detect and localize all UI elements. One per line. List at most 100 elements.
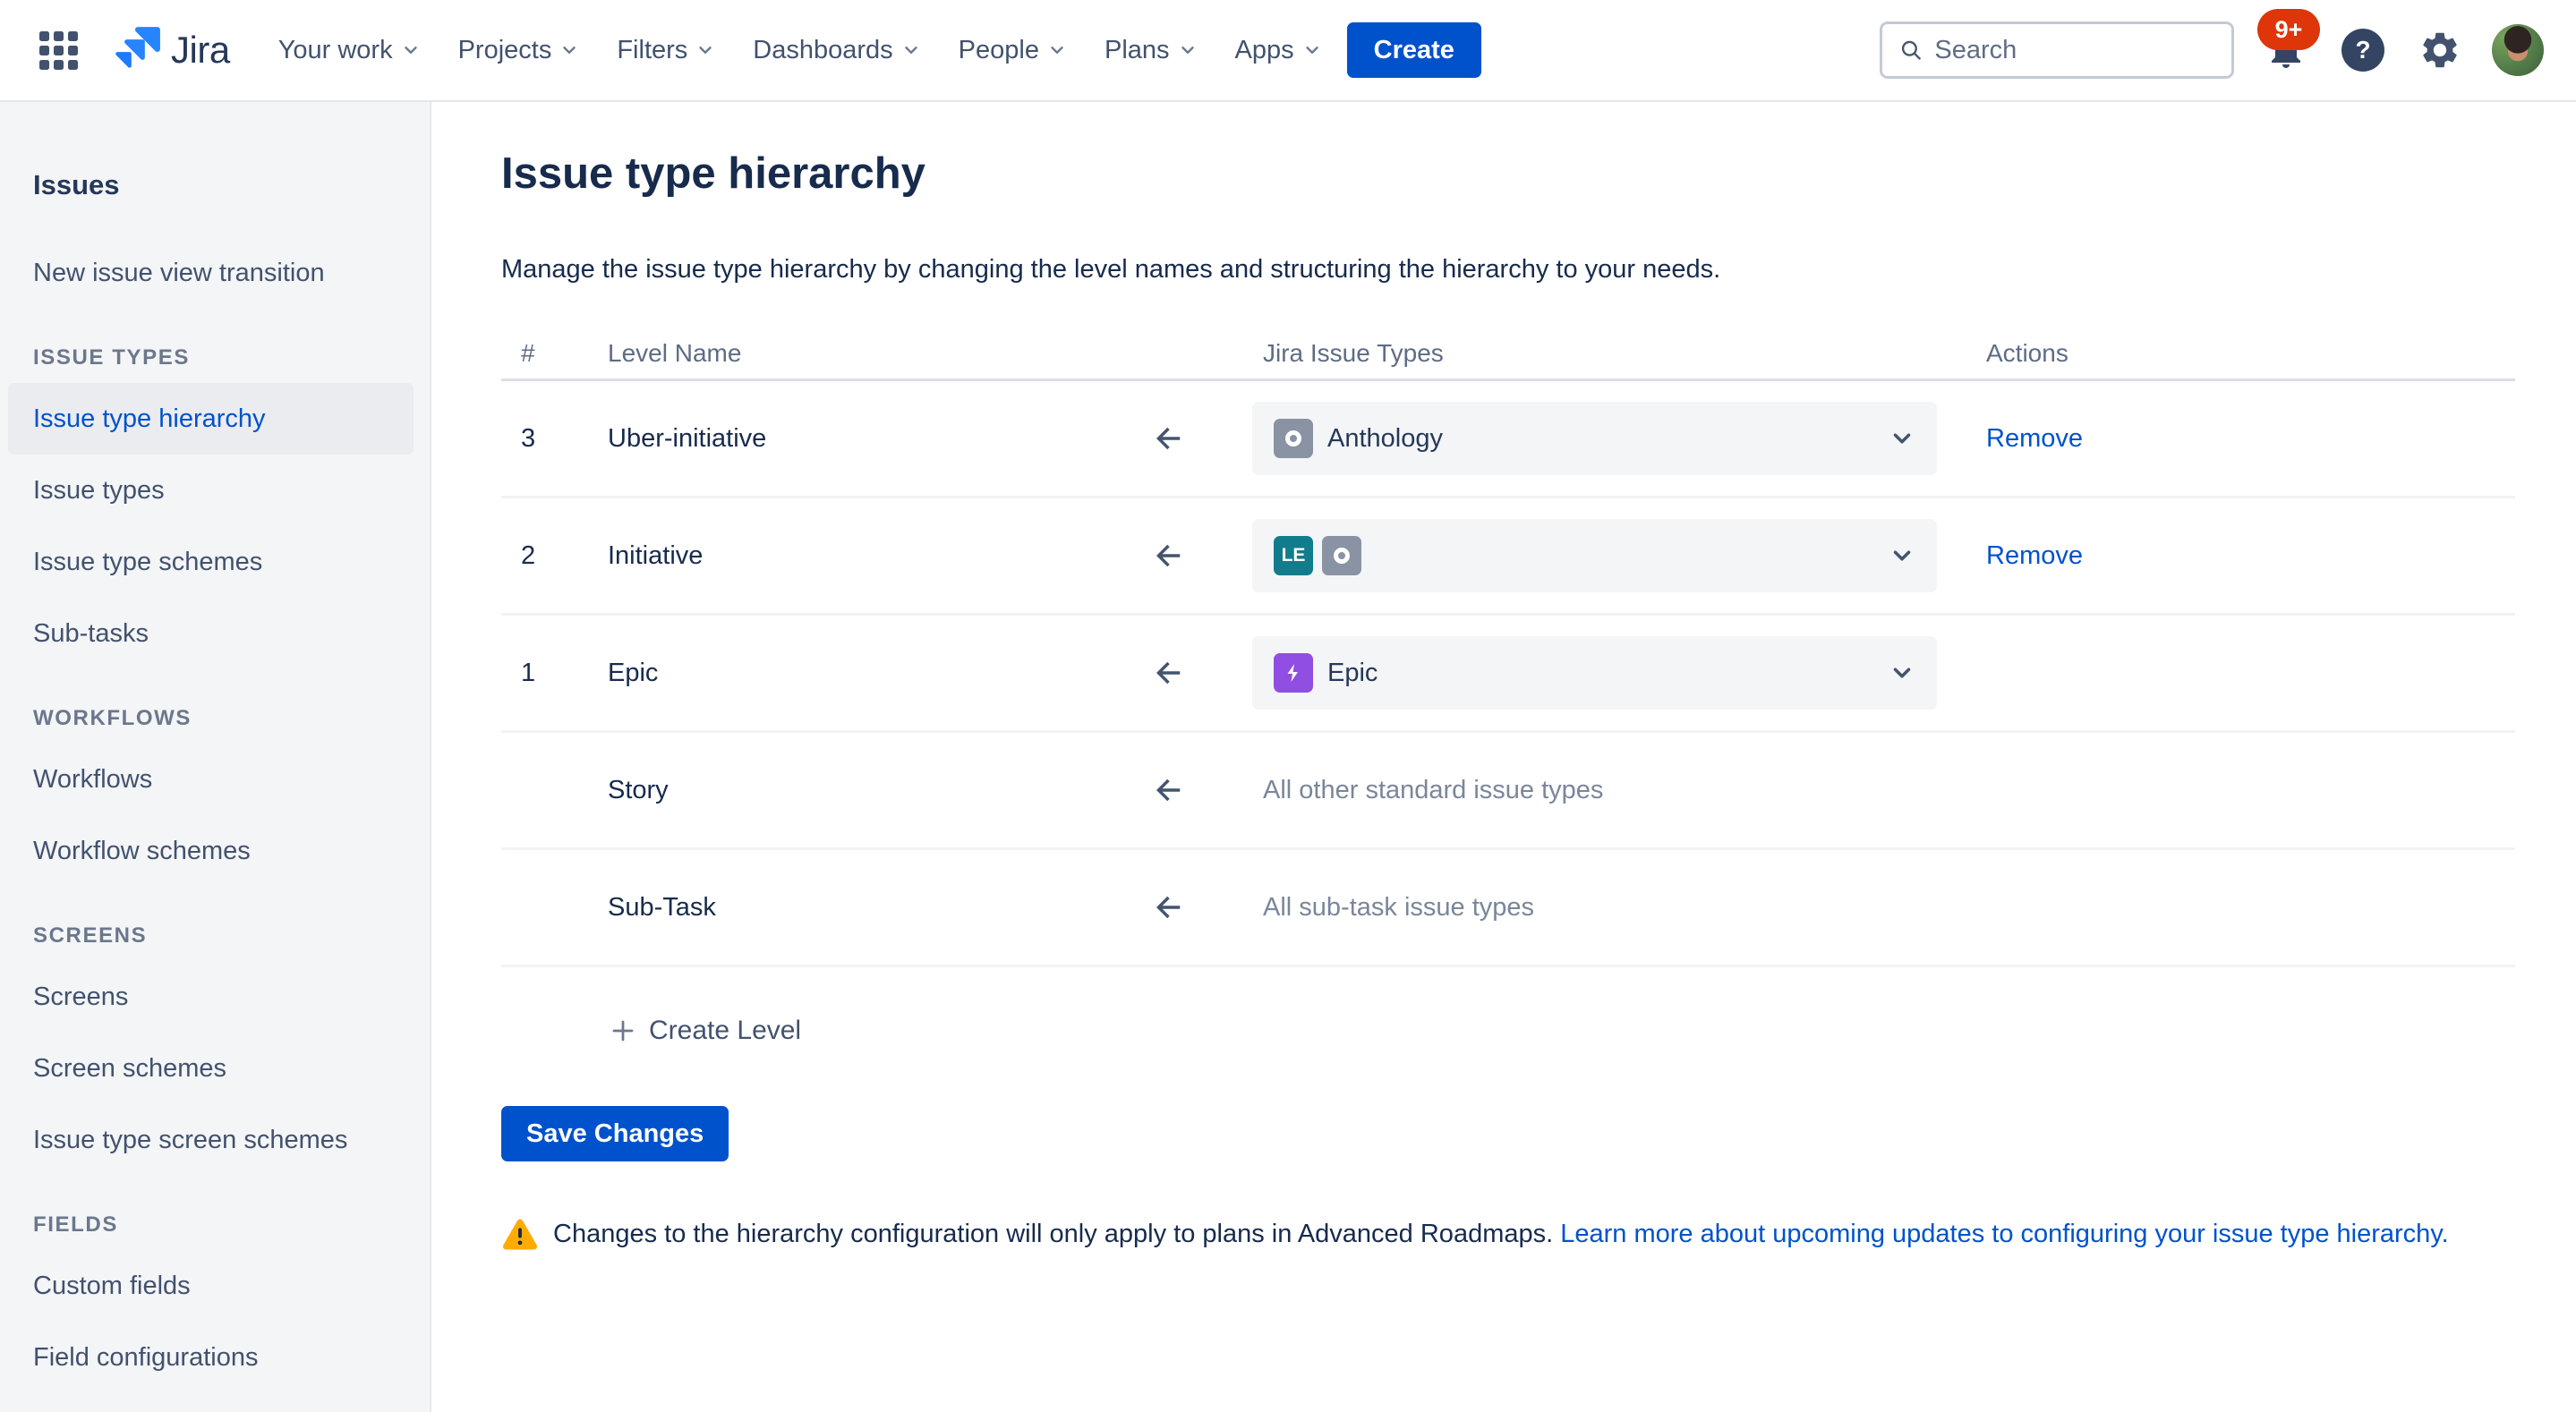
selected-issue-type: Anthology [1327,424,1443,454]
chevron-down-icon [1178,40,1198,60]
nav-item-projects[interactable]: Projects [458,36,580,65]
nav-item-filters[interactable]: Filters [617,36,715,65]
create-level-button[interactable]: Create Level [501,1004,801,1058]
table-row: 2 Initiative LE R [501,498,2515,616]
notifications-button[interactable]: 9+ [2261,25,2311,75]
remove-level-link[interactable]: Remove [1986,424,2083,453]
search-input[interactable] [1934,36,2215,65]
sidebar-item-issue-types[interactable]: Issue types [8,455,414,526]
arrow-left-icon [1150,537,1188,574]
nav-item-people[interactable]: People [959,36,1067,65]
sidebar-item-custom-fields[interactable]: Custom fields [8,1250,414,1322]
chevron-down-icon [559,40,579,60]
nav-item-plans[interactable]: Plans [1105,36,1198,65]
nav-menu: Your work Projects Filters Dashboards Pe… [278,36,1322,65]
help-icon: ? [2341,29,2384,72]
warning-message: Changes to the hierarchy configuration w… [501,1215,2515,1253]
issue-types-select[interactable]: Anthology [1252,402,1937,475]
settings-sidebar: Issues New issue view transition ISSUE T… [0,102,431,1412]
plus-icon [610,1017,636,1044]
nav-item-apps[interactable]: Apps [1235,36,1322,65]
level-number: 2 [521,541,608,571]
table-row: Sub-Task All sub-task issue types [501,850,2515,967]
nav-right-controls: 9+ ? [1880,21,2544,79]
chevron-down-icon [695,40,715,60]
top-navigation-bar: Jira Your work Projects Filters Dashboar… [0,0,2576,102]
sidebar-title: Issues [33,166,414,204]
chevron-down-icon [1047,40,1067,60]
level-number: 3 [521,424,608,454]
issue-types-static-text: All other standard issue types [1252,776,1937,805]
sidebar-item-workflow-schemes[interactable]: Workflow schemes [8,815,414,887]
sidebar-heading-issue-types: ISSUE TYPES [33,340,414,376]
chevron-down-icon [1889,425,1915,452]
jira-mark-icon [110,24,162,76]
nav-item-dashboards[interactable]: Dashboards [753,36,920,65]
page-description: Manage the issue type hierarchy by chang… [501,253,2515,285]
issue-types-static-text: All sub-task issue types [1252,893,1937,923]
table-body: 3 Uber-initiative Anthology [501,381,2515,967]
generic-issue-type-icon [1274,419,1313,458]
notification-count-badge: 9+ [2257,9,2320,50]
search-icon [1898,36,1923,64]
sidebar-item-issue-type-hierarchy[interactable]: Issue type hierarchy [8,383,414,455]
learn-more-link[interactable]: Learn more about upcoming updates to con… [1560,1220,2449,1248]
warning-text: Changes to the hierarchy configuration w… [553,1220,1553,1248]
remove-level-link[interactable]: Remove [1986,541,2083,570]
sidebar-item-issue-type-screen-schemes[interactable]: Issue type screen schemes [8,1104,414,1176]
level-name: Epic [608,659,1145,688]
jira-logo[interactable]: Jira [110,24,230,76]
arrow-left-icon [1150,889,1188,926]
header-number: # [521,339,608,368]
page-title: Issue type hierarchy [501,147,2515,200]
arrow-left-icon [1150,654,1188,692]
header-actions: Actions [1986,339,2515,368]
level-name: Sub-Task [608,893,1145,923]
chevron-down-icon [401,40,421,60]
generic-issue-type-icon [1322,536,1361,575]
header-level-name: Level Name [608,339,1145,368]
level-name: Initiative [608,541,1145,571]
sidebar-item-issue-type-schemes[interactable]: Issue type schemes [8,526,414,598]
chevron-down-icon [901,40,921,60]
warning-icon [501,1215,539,1253]
arrow-left-icon [1150,771,1188,809]
arrow-left-icon [1150,420,1188,457]
level-name: Story [608,776,1145,805]
settings-button[interactable] [2415,25,2465,75]
sidebar-heading-workflows: WORKFLOWS [33,701,414,736]
selected-issue-type: Epic [1327,659,1378,688]
help-button[interactable]: ? [2338,25,2388,75]
main-content: Issue type hierarchy Manage the issue ty… [433,102,2576,1412]
table-row: Story All other standard issue types [501,733,2515,850]
user-avatar[interactable] [2492,24,2544,76]
level-name: Uber-initiative [608,424,1145,454]
sidebar-heading-fields: FIELDS [33,1207,414,1243]
gear-icon [2418,29,2461,72]
save-changes-button[interactable]: Save Changes [501,1106,729,1161]
sidebar-item-screen-schemes[interactable]: Screen schemes [8,1033,414,1104]
sidebar-heading-screens: SCREENS [33,918,414,954]
chevron-down-icon [1302,40,1322,60]
create-button[interactable]: Create [1347,22,1481,78]
table-row: 3 Uber-initiative Anthology [501,381,2515,498]
nav-item-your-work[interactable]: Your work [278,36,421,65]
table-header-row: # Level Name Jira Issue Types Actions [501,327,2515,381]
epic-issue-type-icon [1274,653,1313,693]
hierarchy-table: # Level Name Jira Issue Types Actions 3 … [501,327,2515,967]
issue-types-select[interactable]: Epic [1252,636,1937,710]
level-number: 1 [521,659,608,688]
table-row: 1 Epic Epic [501,616,2515,733]
sidebar-item-field-configurations[interactable]: Field configurations [8,1322,414,1393]
chevron-down-icon [1889,542,1915,569]
sidebar-item-workflows[interactable]: Workflows [8,744,414,815]
header-jira-issue-types: Jira Issue Types [1252,339,1937,368]
app-switcher-icon[interactable] [39,31,78,70]
search-box[interactable] [1880,21,2234,79]
sidebar-item-new-issue-view-transition[interactable]: New issue view transition [8,237,414,309]
le-issue-type-icon: LE [1274,536,1313,575]
chevron-down-icon [1889,659,1915,686]
sidebar-item-screens[interactable]: Screens [8,961,414,1033]
issue-types-select[interactable]: LE [1252,519,1937,592]
sidebar-item-sub-tasks[interactable]: Sub-tasks [8,598,414,669]
